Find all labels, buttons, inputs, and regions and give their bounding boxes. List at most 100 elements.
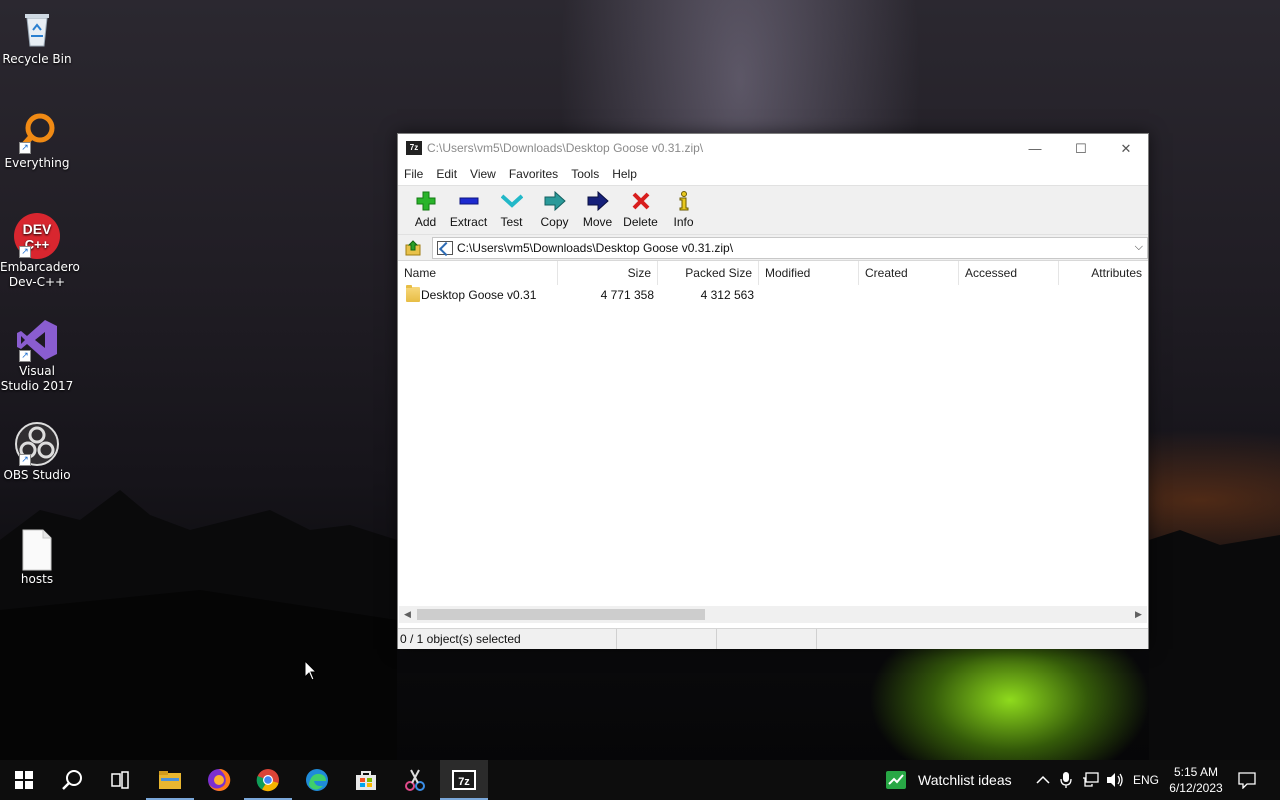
task-view-button[interactable]	[96, 760, 144, 800]
delete-button[interactable]: Delete	[619, 186, 662, 234]
microphone-tray[interactable]	[1060, 760, 1072, 800]
toolbar: Add Extract Test Copy Move Delete Info	[398, 185, 1148, 235]
clock-date: 6/12/2023	[1169, 781, 1223, 795]
close-button[interactable]: ✕	[1103, 134, 1149, 163]
up-folder-button[interactable]	[402, 238, 424, 258]
status-selection: 0 / 1 object(s) selected	[398, 629, 617, 649]
address-bar: C:\Users\vm5\Downloads\Desktop Goose v0.…	[398, 235, 1148, 261]
title-bar[interactable]: 7z C:\Users\vm5\Downloads\Desktop Goose …	[398, 134, 1148, 163]
column-accessed[interactable]: Accessed	[959, 261, 1059, 285]
test-button[interactable]: Test	[490, 186, 533, 234]
taskbar-file-explorer[interactable]	[146, 760, 194, 800]
minimize-button[interactable]: —	[1012, 134, 1058, 163]
file-explorer-icon	[159, 771, 181, 789]
taskbar-edge[interactable]	[293, 760, 341, 800]
desktop-icon-dev-cpp[interactable]: DEV C++ ↗ Embarcadero Dev-C++	[0, 213, 80, 290]
edge-icon	[306, 769, 328, 791]
network-icon	[1083, 772, 1099, 787]
desktop-icon-label: hosts	[20, 572, 54, 586]
horizontal-scrollbar[interactable]: ◀ ▶	[399, 606, 1147, 623]
menu-bar: File Edit View Favorites Tools Help	[398, 163, 1148, 185]
scroll-right-icon[interactable]: ▶	[1130, 606, 1147, 623]
path-text: C:\Users\vm5\Downloads\Desktop Goose v0.…	[456, 240, 734, 255]
taskbar-firefox[interactable]	[195, 760, 243, 800]
move-button[interactable]: Move	[576, 186, 619, 234]
status-bar: 0 / 1 object(s) selected	[398, 628, 1148, 649]
desktop-icon-label: Visual Studio 2017	[0, 364, 74, 393]
stock-chart-icon	[886, 771, 906, 789]
desktop-icon-hosts[interactable]: hosts	[0, 528, 74, 587]
column-size[interactable]: Size	[558, 261, 658, 285]
desktop-icon-visual-studio[interactable]: ↗ Visual Studio 2017	[0, 320, 74, 394]
row-packed-size: 4 312 563	[700, 288, 754, 302]
scroll-left-icon[interactable]: ◀	[399, 606, 416, 623]
delete-icon	[619, 190, 662, 212]
clock[interactable]: 5:15 AM 6/12/2023	[1166, 760, 1226, 800]
menu-view[interactable]: View	[470, 167, 496, 181]
speaker-icon	[1107, 773, 1123, 787]
copy-button[interactable]: Copy	[533, 186, 576, 234]
scrollbar-thumb[interactable]	[417, 609, 705, 620]
chrome-icon	[256, 769, 279, 792]
taskbar-7zip[interactable]: 7z	[440, 760, 488, 800]
shortcut-arrow-icon: ↗	[19, 246, 31, 258]
start-button[interactable]	[0, 760, 48, 800]
column-name[interactable]: Name	[398, 261, 558, 285]
recycle-bin-icon	[17, 8, 57, 48]
column-created[interactable]: Created	[859, 261, 959, 285]
folder-up-icon	[405, 239, 421, 255]
taskbar-chrome[interactable]	[244, 760, 292, 800]
add-button[interactable]: Add	[404, 186, 447, 234]
window-title: C:\Users\vm5\Downloads\Desktop Goose v0.…	[427, 141, 704, 155]
show-hidden-icons-button[interactable]	[1036, 760, 1050, 800]
path-input[interactable]: C:\Users\vm5\Downloads\Desktop Goose v0.…	[431, 236, 1148, 259]
info-icon	[662, 190, 705, 212]
info-button[interactable]: Info	[662, 186, 705, 234]
column-attributes[interactable]: Attributes	[1059, 261, 1148, 285]
7zip-app-icon: 7z	[406, 141, 422, 155]
desktop-icon-obs-studio[interactable]: ↗ OBS Studio	[0, 422, 74, 483]
file-icon	[17, 528, 57, 571]
desktop-icon-label: Recycle Bin	[2, 52, 72, 66]
column-packed-size[interactable]: Packed Size	[658, 261, 759, 285]
language-indicator[interactable]: ENG	[1133, 760, 1159, 800]
shortcut-arrow-icon: ↗	[19, 454, 31, 466]
news-widget[interactable]: Watchlist ideas	[886, 760, 1012, 800]
chevron-down-icon[interactable]: ⌵	[1135, 241, 1143, 254]
menu-tools[interactable]: Tools	[571, 167, 599, 181]
add-icon	[404, 190, 447, 212]
search-icon	[62, 770, 82, 790]
taskbar: 7z Watchlist ideas ENG 5:15 AM 6/12/2023	[0, 760, 1280, 800]
network-tray[interactable]	[1082, 760, 1100, 800]
notifications-button[interactable]	[1238, 760, 1256, 800]
chevron-up-icon	[1036, 775, 1050, 784]
snipping-icon	[405, 769, 425, 791]
obs-icon: ↗	[15, 422, 59, 466]
maximize-button[interactable]: ☐	[1058, 134, 1104, 163]
list-header: Name Size Packed Size Modified Created A…	[398, 261, 1148, 285]
search-button[interactable]	[48, 760, 96, 800]
menu-file[interactable]: File	[404, 167, 423, 181]
test-icon	[490, 190, 533, 212]
extract-icon	[447, 190, 490, 212]
status-segment	[617, 629, 717, 649]
move-icon	[576, 190, 619, 212]
notification-icon	[1238, 772, 1256, 789]
menu-help[interactable]: Help	[612, 167, 637, 181]
volume-tray[interactable]	[1106, 760, 1124, 800]
taskbar-store[interactable]	[342, 760, 390, 800]
folder-icon	[406, 285, 420, 302]
clock-time: 5:15 AM	[1173, 765, 1219, 779]
svg-text:7z: 7z	[458, 776, 470, 788]
firefox-icon	[208, 768, 231, 791]
column-modified[interactable]: Modified	[759, 261, 859, 285]
desktop-icon-label: Embarcadero Dev-C++	[0, 260, 80, 289]
taskbar-snipping-tool[interactable]	[391, 760, 439, 800]
menu-edit[interactable]: Edit	[436, 167, 457, 181]
7zip-file-manager-window[interactable]: 7z C:\Users\vm5\Downloads\Desktop Goose …	[397, 133, 1149, 649]
extract-button[interactable]: Extract	[447, 186, 490, 234]
menu-favorites[interactable]: Favorites	[509, 167, 558, 181]
desktop-icon-everything[interactable]: ↗ Everything	[0, 112, 74, 171]
desktop-icon-recycle-bin[interactable]: Recycle Bin	[0, 8, 74, 67]
table-row[interactable]: Desktop Goose v0.31 4 771 358 4 312 563	[398, 285, 1148, 305]
